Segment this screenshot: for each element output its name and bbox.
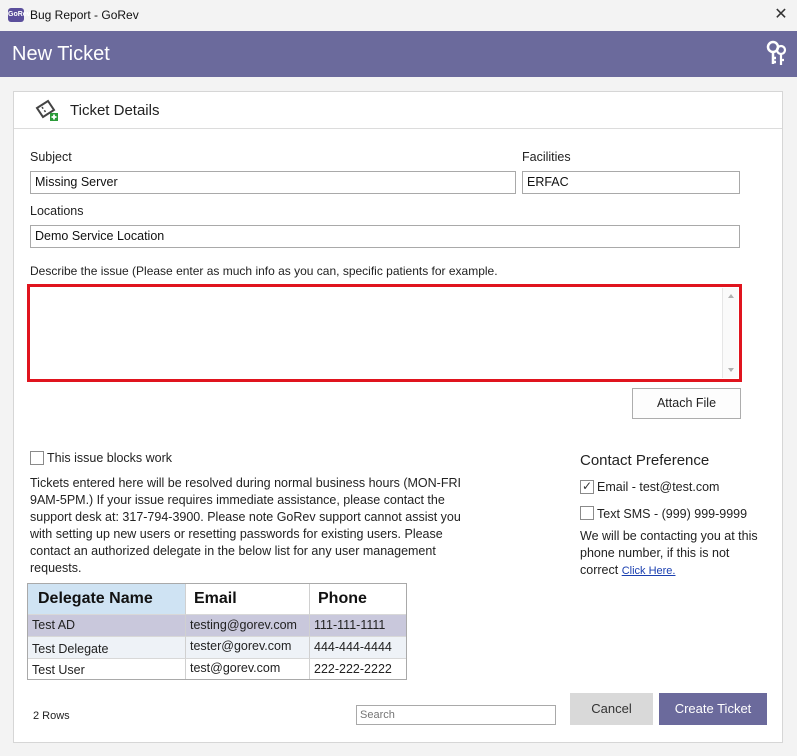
description-textarea[interactable] bbox=[27, 284, 742, 382]
delegate-phone-cell: 111-111-1111 bbox=[310, 614, 406, 636]
column-header-delegate-name[interactable]: Delegate Name bbox=[28, 584, 186, 614]
delegate-phone-cell: 444-444-4444 bbox=[310, 636, 406, 658]
facilities-input[interactable]: ERFAC bbox=[522, 171, 740, 194]
column-header-phone[interactable]: Phone bbox=[310, 584, 406, 614]
delegate-name-cell: Test AD bbox=[28, 614, 186, 636]
locations-input[interactable]: Demo Service Location bbox=[30, 225, 740, 248]
delegate-name-cell: Test User bbox=[28, 658, 186, 679]
panel-divider bbox=[14, 128, 782, 129]
attach-file-button[interactable]: Attach File bbox=[632, 388, 741, 419]
create-ticket-button[interactable]: Create Ticket bbox=[659, 693, 767, 725]
ticket-add-icon bbox=[34, 99, 60, 123]
column-header-email[interactable]: Email bbox=[186, 584, 310, 614]
sms-preference-label: Text SMS - (999) 999-9999 bbox=[597, 507, 748, 521]
email-preference-label: Email - test@test.com bbox=[597, 480, 720, 494]
delegate-email-cell: tester@gorev.com bbox=[186, 636, 310, 658]
facilities-label: Facilities bbox=[522, 150, 571, 164]
support-info-text: Tickets entered here will be resolved du… bbox=[30, 476, 461, 575]
sms-checkbox[interactable] bbox=[580, 506, 594, 520]
row-count: 2 Rows bbox=[33, 710, 70, 722]
page-header bbox=[0, 31, 797, 77]
delegate-email-cell: testing@gorev.com bbox=[186, 614, 310, 636]
blocks-work-label: This issue blocks work bbox=[47, 451, 173, 465]
cancel-button[interactable]: Cancel bbox=[570, 693, 653, 725]
blocks-work-checkbox[interactable] bbox=[30, 451, 44, 465]
contact-preference-title: Contact Preference bbox=[580, 452, 710, 469]
window-title: Bug Report - GoRev bbox=[30, 8, 139, 22]
contact-note: We will be contacting you at this phone … bbox=[580, 528, 760, 580]
key-icon[interactable] bbox=[764, 40, 788, 68]
panel-title: Ticket Details bbox=[70, 102, 160, 119]
app-icon: GoRev bbox=[8, 8, 31, 22]
subject-label: Subject bbox=[30, 150, 72, 164]
description-scrollbar[interactable] bbox=[722, 288, 738, 378]
page-title: New Ticket bbox=[12, 43, 110, 65]
click-here-link[interactable]: Click Here. bbox=[622, 565, 676, 577]
delegate-search-input[interactable] bbox=[356, 705, 556, 725]
description-label: Describe the issue (Please enter as much… bbox=[30, 264, 498, 278]
subject-input[interactable]: Missing Server bbox=[30, 171, 516, 194]
email-checkbox[interactable]: ✓ bbox=[580, 480, 594, 494]
close-button[interactable]: ✕ bbox=[770, 3, 792, 27]
delegate-name-cell: Test Delegate bbox=[28, 636, 186, 658]
delegate-email-cell: test@gorev.com bbox=[186, 658, 310, 679]
delegate-phone-cell: 222-222-2222 bbox=[310, 658, 406, 679]
locations-label: Locations bbox=[30, 204, 84, 218]
